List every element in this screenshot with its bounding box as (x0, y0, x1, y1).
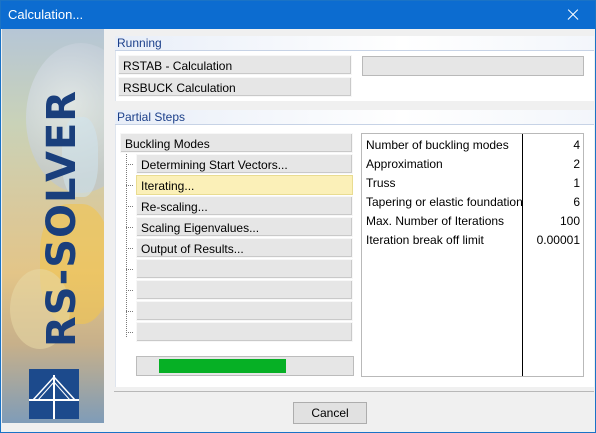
solver-banner: RS-SOLVER (2, 29, 104, 423)
step-empty (136, 301, 353, 321)
tree-connector (126, 332, 133, 333)
cancel-button[interactable]: Cancel (293, 402, 367, 424)
parameter-value: 1 (573, 176, 580, 190)
parameter-label: Approximation (366, 157, 443, 171)
parameter-row: Truss 1 (362, 174, 583, 193)
close-icon[interactable] (549, 1, 595, 29)
running-item-rsbuck: RSBUCK Calculation (118, 77, 352, 97)
parameter-row: Iteration break off limit 0.00001 (362, 231, 583, 250)
step-scaling-eigenvalues: Scaling Eigenvalues... (136, 217, 353, 237)
step-empty (136, 280, 353, 300)
parameter-label: Max. Number of Iterations (366, 214, 505, 228)
tree-connector (126, 227, 133, 228)
running-panel: RSTAB - Calculation RSBUCK Calculation (115, 51, 594, 101)
footer-separator (114, 391, 594, 392)
progress-bar (136, 356, 354, 376)
running-header: Running (115, 36, 594, 51)
running-item-rstab: RSTAB - Calculation (118, 55, 352, 75)
parameter-value: 4 (573, 138, 580, 152)
parameters-table: Number of buckling modes 4 Approximation… (361, 133, 584, 377)
steps-root-buckling-modes: Buckling Modes (120, 133, 353, 153)
tree-connector (126, 290, 133, 291)
partial-steps-header: Partial Steps (115, 110, 594, 125)
tree-connector (126, 269, 133, 270)
parameter-label: Number of buckling modes (366, 138, 509, 152)
tree-connector (126, 206, 133, 207)
tree-connector (126, 248, 133, 249)
parameter-row: Approximation 2 (362, 155, 583, 174)
banner-title: RS-SOLVER (39, 89, 85, 347)
parameter-value: 2 (573, 157, 580, 171)
parameter-row: Number of buckling modes 4 (362, 136, 583, 155)
tree-connector (126, 154, 127, 337)
parameter-row: Max. Number of Iterations 100 (362, 212, 583, 231)
step-output-of-results: Output of Results... (136, 238, 353, 258)
bridge-logo-icon (29, 369, 79, 419)
parameter-label: Truss (366, 176, 396, 190)
running-status-box (362, 56, 584, 76)
step-empty (136, 259, 353, 279)
parameter-label: Tapering or elastic foundation (366, 195, 523, 209)
step-empty (136, 322, 353, 342)
step-determining-start-vectors: Determining Start Vectors... (136, 154, 353, 174)
tree-connector (126, 164, 133, 165)
parameter-label: Iteration break off limit (366, 233, 484, 247)
progress-fill (159, 359, 286, 373)
step-iterating: Iterating... (136, 175, 353, 195)
parameter-value: 0.00001 (536, 233, 580, 247)
title-bar: Calculation... (1, 1, 595, 29)
parameter-value: 100 (559, 214, 580, 228)
calculation-dialog: Calculation... RS-SOLVER Running RSTAB -… (0, 0, 596, 433)
tree-connector (126, 185, 133, 186)
parameter-value: 6 (573, 195, 580, 209)
window-title: Calculation... (8, 7, 84, 22)
parameter-row: Tapering or elastic foundation 6 (362, 193, 583, 212)
tree-connector (126, 311, 133, 312)
step-re-scaling: Re-scaling... (136, 196, 353, 216)
